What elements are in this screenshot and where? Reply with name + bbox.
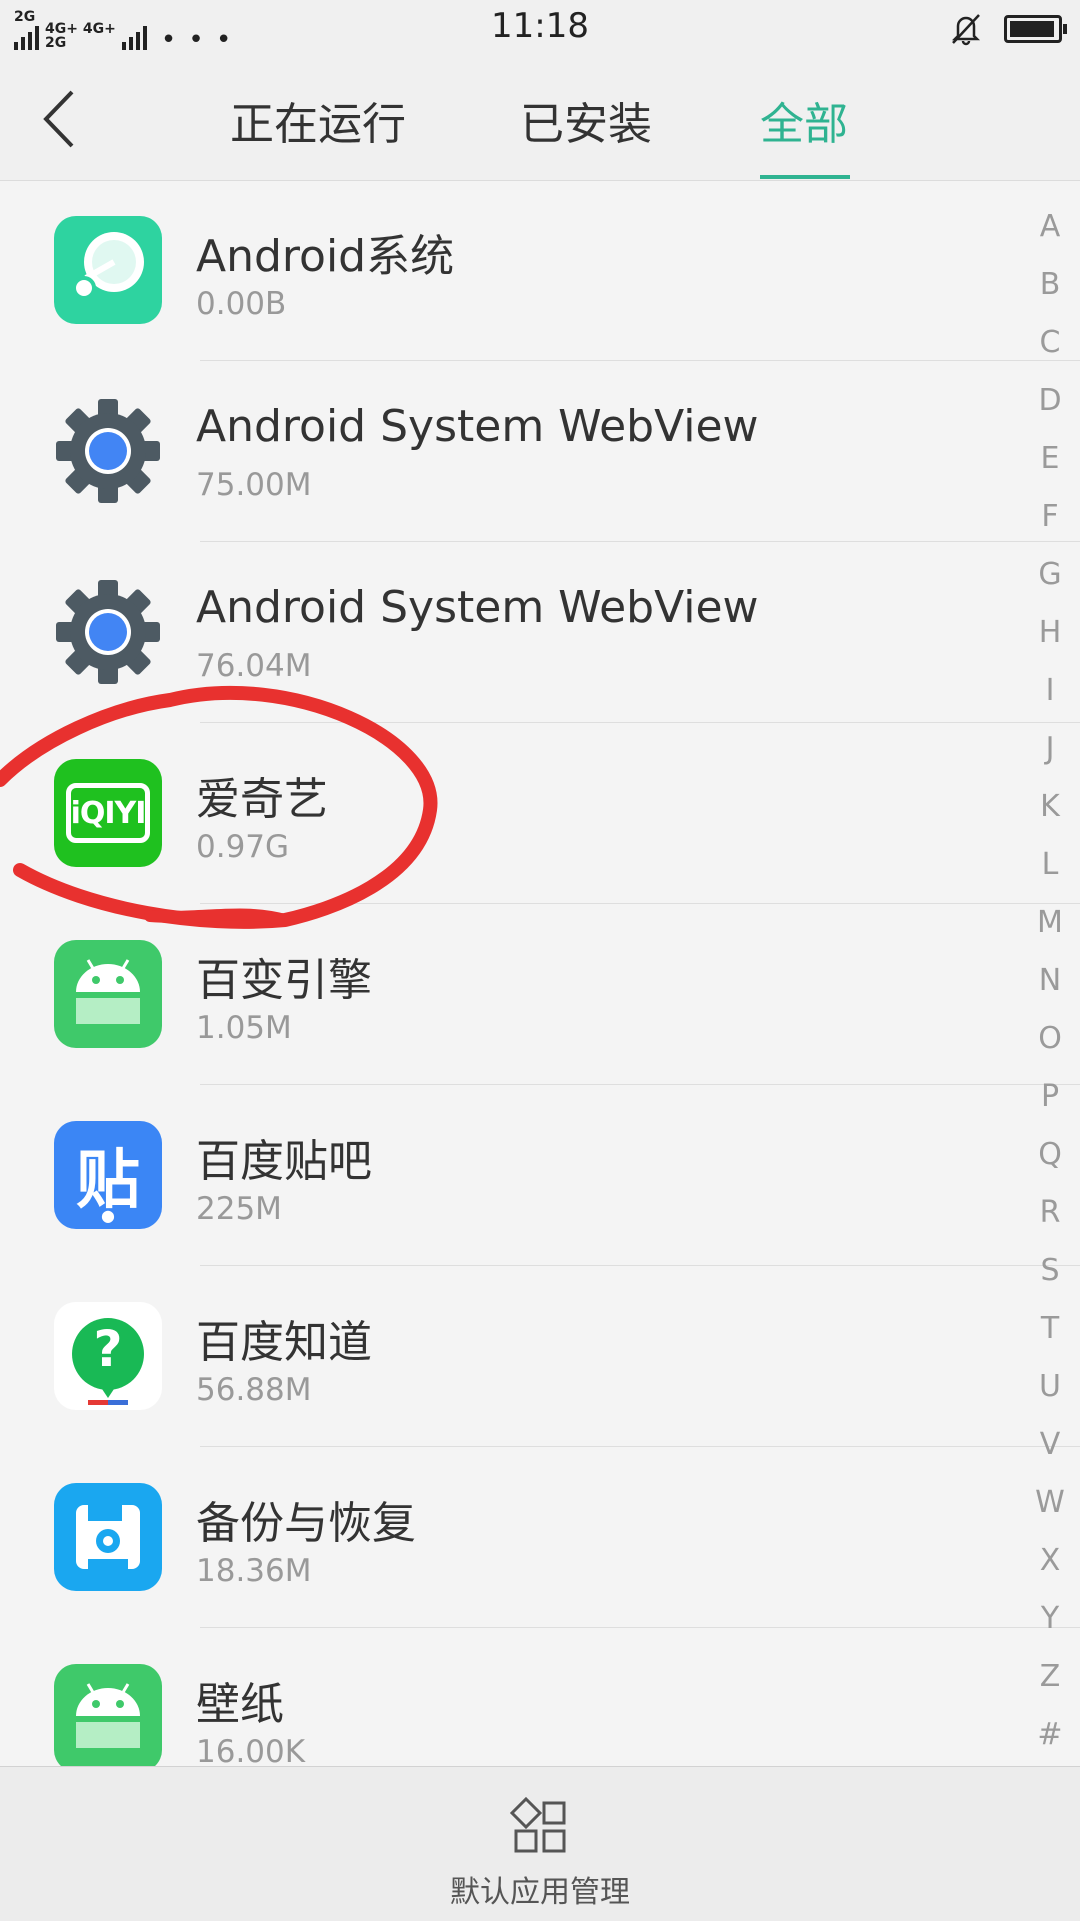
index-letter[interactable]: E bbox=[1020, 430, 1080, 488]
baidu-paw-icon: ● bbox=[101, 1206, 115, 1225]
app-size: 1.05M bbox=[196, 1010, 292, 1046]
tab-running[interactable]: 正在运行 bbox=[230, 88, 406, 150]
index-letter[interactable]: S bbox=[1020, 1242, 1080, 1300]
app-list-item[interactable]: 备份与恢复 18.36M bbox=[0, 1447, 1080, 1628]
index-letter[interactable]: V bbox=[1020, 1416, 1080, 1474]
index-letter[interactable]: B bbox=[1020, 256, 1080, 314]
index-letter[interactable]: R bbox=[1020, 1184, 1080, 1242]
index-letter[interactable]: A bbox=[1020, 198, 1080, 256]
android-robot-icon bbox=[54, 940, 162, 1048]
question-mark-glyph: ? bbox=[93, 1320, 123, 1378]
index-letter[interactable]: I bbox=[1020, 662, 1080, 720]
app-list-item[interactable]: Android System WebView 76.04M bbox=[0, 542, 1080, 723]
battery-icon bbox=[1004, 15, 1067, 43]
iqiyi-logo-text: iQIYI bbox=[70, 795, 147, 831]
index-letter[interactable]: C bbox=[1020, 314, 1080, 372]
default-apps-label: 默认应用管理 bbox=[450, 1875, 630, 1910]
app-name: Android系统 bbox=[196, 231, 455, 282]
app-size: 16.00K bbox=[196, 1734, 306, 1770]
index-letter[interactable]: O bbox=[1020, 1010, 1080, 1068]
tab-bar: 正在运行 已安装 全部 bbox=[0, 58, 1080, 181]
app-size: 0.97G bbox=[196, 829, 290, 865]
app-size: 18.36M bbox=[196, 1553, 312, 1589]
app-size: 56.88M bbox=[196, 1372, 312, 1408]
index-letter[interactable]: W bbox=[1020, 1474, 1080, 1532]
app-list-item[interactable]: ? 百度知道 56.88M bbox=[0, 1266, 1080, 1447]
index-letter[interactable]: P bbox=[1020, 1068, 1080, 1126]
webview-gear-icon bbox=[54, 397, 162, 505]
status-time: 11:18 bbox=[491, 6, 589, 46]
app-list-item[interactable]: Android系统 0.00B bbox=[0, 180, 1080, 361]
app-name: 爱奇艺 bbox=[196, 774, 328, 825]
app-size: 75.00M bbox=[196, 467, 312, 503]
backup-restore-icon bbox=[54, 1483, 162, 1591]
index-letter[interactable]: L bbox=[1020, 836, 1080, 894]
android-robot-icon bbox=[54, 1664, 162, 1772]
app-name: 壁纸 bbox=[196, 1679, 284, 1730]
webview-gear-icon bbox=[54, 578, 162, 686]
index-letter[interactable]: Q bbox=[1020, 1126, 1080, 1184]
app-name: 百变引擎 bbox=[196, 955, 372, 1006]
index-letter[interactable]: F bbox=[1020, 488, 1080, 546]
index-letter[interactable]: N bbox=[1020, 952, 1080, 1010]
app-size: 0.00B bbox=[196, 286, 287, 322]
index-letter[interactable]: X bbox=[1020, 1532, 1080, 1590]
app-list-item[interactable]: 贴 ● 百度贴吧 225M bbox=[0, 1085, 1080, 1266]
index-letter[interactable]: G bbox=[1020, 546, 1080, 604]
android-system-icon bbox=[54, 216, 162, 324]
tab-all[interactable]: 全部 bbox=[760, 88, 848, 150]
index-letter[interactable]: Z bbox=[1020, 1648, 1080, 1706]
apps-grid-icon bbox=[510, 1797, 566, 1853]
bell-muted-icon bbox=[951, 14, 981, 46]
app-size: 225M bbox=[196, 1191, 282, 1227]
app-name: 百度贴吧 bbox=[196, 1136, 372, 1187]
app-size: 76.04M bbox=[196, 648, 312, 684]
status-bar: 2G 4G+ 4G+ 2G • • • 11:18 bbox=[0, 0, 1080, 58]
index-letter[interactable]: J bbox=[1020, 720, 1080, 778]
app-name: Android System WebView bbox=[196, 401, 759, 452]
index-letter[interactable]: M bbox=[1020, 894, 1080, 952]
app-list-item[interactable]: iQIYI 爱奇艺 0.97G bbox=[0, 723, 1080, 904]
tab-installed[interactable]: 已安装 bbox=[520, 88, 652, 150]
chevron-left-icon bbox=[43, 90, 74, 148]
index-letter[interactable]: U bbox=[1020, 1358, 1080, 1416]
index-letter[interactable]: H bbox=[1020, 604, 1080, 662]
app-list: Android系统 0.00B Android System WebView 7… bbox=[0, 180, 1080, 1809]
index-letter[interactable]: # bbox=[1020, 1706, 1080, 1764]
index-letter[interactable]: K bbox=[1020, 778, 1080, 836]
app-name: 百度知道 bbox=[196, 1317, 372, 1368]
app-list-item[interactable]: Android System WebView 75.00M bbox=[0, 361, 1080, 542]
index-letter[interactable]: D bbox=[1020, 372, 1080, 430]
app-name: 备份与恢复 bbox=[196, 1498, 416, 1549]
index-letter[interactable]: Y bbox=[1020, 1590, 1080, 1648]
default-apps-button[interactable]: 默认应用管理 bbox=[0, 1766, 1080, 1921]
back-button[interactable] bbox=[40, 84, 100, 154]
active-tab-indicator bbox=[760, 175, 850, 179]
iqiyi-icon: iQIYI bbox=[54, 759, 162, 867]
app-list-item[interactable]: 百变引擎 1.05M bbox=[0, 904, 1080, 1085]
alphabet-index[interactable]: A B C D E F G H I J K L M N O P Q R S T U V W X Y Z # bbox=[1020, 198, 1080, 1764]
baidu-tieba-icon: 贴 ● bbox=[54, 1121, 162, 1229]
baidu-zhidao-icon: ? bbox=[54, 1302, 162, 1410]
app-name: Android System WebView bbox=[196, 582, 759, 633]
index-letter[interactable]: T bbox=[1020, 1300, 1080, 1358]
